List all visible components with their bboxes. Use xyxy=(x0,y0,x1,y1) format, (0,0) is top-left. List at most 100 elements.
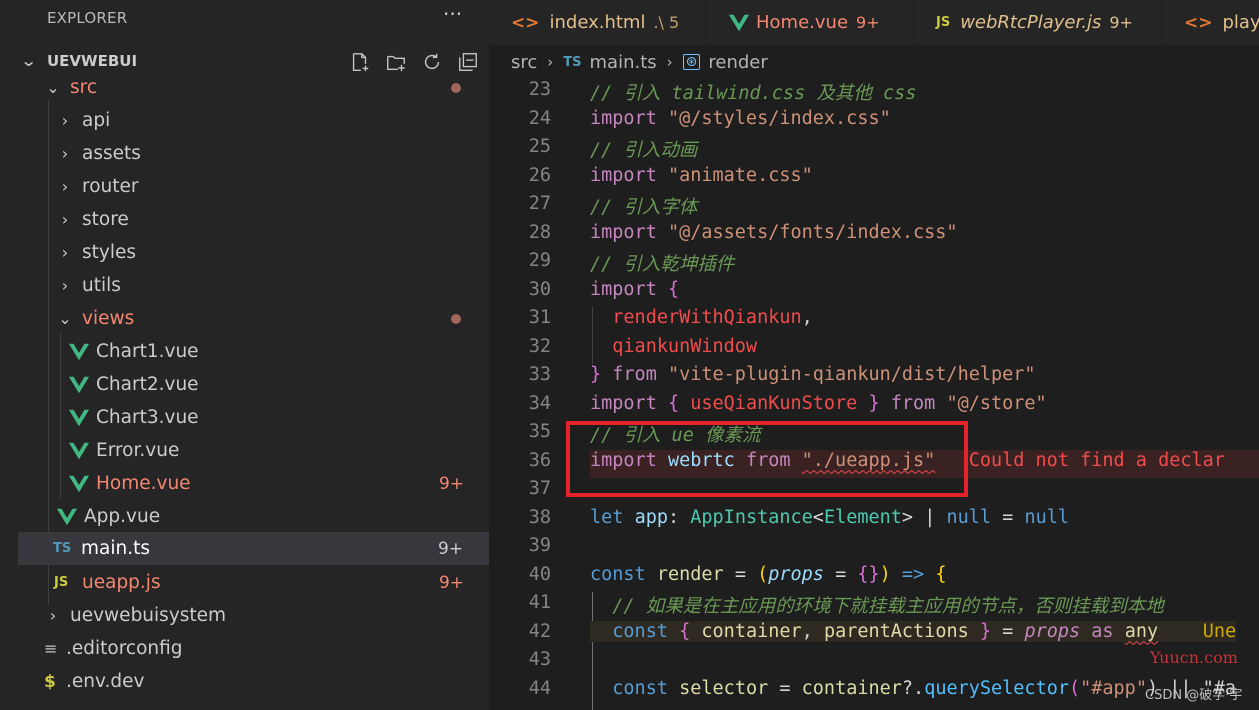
tree-file-env-dev[interactable]: $ .env.dev xyxy=(18,665,489,698)
code-line-41: 41 // 如果是在主应用的环境下就挂载主应用的节点，否则挂载到本地 xyxy=(489,592,1259,621)
type: AppInstance xyxy=(690,506,813,528)
line-number: 23 xyxy=(528,79,551,100)
keyword: null xyxy=(946,506,992,528)
tree-item-label: Chart3.vue xyxy=(96,407,199,428)
tree-file-app[interactable]: App.vue xyxy=(18,500,489,533)
breadcrumb-file[interactable]: main.ts xyxy=(590,52,657,73)
line-number: 37 xyxy=(528,478,551,499)
code-line-24: 24 import "@/styles/index.css" xyxy=(489,108,1259,137)
tree-folder-styles[interactable]: › styles xyxy=(18,236,489,269)
paren: ( xyxy=(757,563,769,585)
comment: // 引入 tailwind.css 及其他 css xyxy=(590,83,917,104)
tree-item-label: src xyxy=(70,77,98,98)
tab-label: webRtcPlayer.js xyxy=(960,12,1102,33)
vue-file-icon xyxy=(68,409,90,426)
line-number: 34 xyxy=(528,392,551,414)
operator: = xyxy=(779,677,791,699)
tree-file-home[interactable]: Home.vue 9+ xyxy=(18,467,489,500)
code-line-34: 34 import { useQianKunStore } from "@/sto… xyxy=(489,393,1259,422)
operator: = xyxy=(1002,506,1014,528)
javascript-file-icon: JS xyxy=(936,15,951,30)
tree-folder-assets[interactable]: › assets xyxy=(18,137,489,170)
code-line-32: 32 qiankunWindow xyxy=(489,336,1259,365)
tab-label: player xyxy=(1222,12,1259,33)
tree-file-chart2[interactable]: Chart2.vue xyxy=(18,368,489,401)
comma: , xyxy=(801,307,813,328)
code-editor[interactable]: 23 // 引入 tailwind.css 及其他 css 24 import "@… xyxy=(489,79,1259,710)
code-line-23: 23 // 引入 tailwind.css 及其他 css xyxy=(489,79,1259,108)
modified-dot xyxy=(451,82,461,93)
keyword: let xyxy=(590,506,624,528)
tree-file-main-ts[interactable]: TS main.ts 9+ xyxy=(18,532,489,565)
identifier: app xyxy=(634,506,668,528)
inline-error-message: Could not find a declar xyxy=(968,449,1225,471)
pipe: | xyxy=(924,506,936,528)
problem-count-badge: 9+ xyxy=(438,572,464,593)
tree-folder-src[interactable]: ⌄ src xyxy=(18,71,489,104)
code-line-43: 43 xyxy=(489,649,1259,678)
brace: { xyxy=(679,620,691,642)
arrow: => xyxy=(901,563,925,585)
chevron-right-icon: › xyxy=(61,144,69,163)
keyword: from xyxy=(890,392,936,414)
keyword: from xyxy=(612,364,657,385)
tab-suffix: .\ 5 xyxy=(653,13,680,32)
tree-item-label: Home.vue xyxy=(96,473,191,494)
line-number: 40 xyxy=(528,563,551,585)
tree-file-ueapp-js[interactable]: JS ueapp.js 9+ xyxy=(18,566,489,599)
vue-file-icon xyxy=(68,475,90,492)
tree-file-chart1[interactable]: Chart1.vue xyxy=(18,335,489,368)
code-line-38: 38 let app: AppInstance<Element> | null =… xyxy=(489,507,1259,536)
tree-folder-utils[interactable]: › utils xyxy=(18,269,489,302)
tree-folder-views[interactable]: ⌄ views xyxy=(18,302,489,335)
code-line-40: 40 const render = (props = {}) => { xyxy=(489,564,1259,593)
method-name: querySelector xyxy=(924,677,1069,699)
tab-player[interactable]: <> player xyxy=(1162,0,1259,45)
tab-webrtcplayer-js[interactable]: JS webRtcPlayer.js 9+ xyxy=(914,0,1162,45)
brace: {} xyxy=(857,563,880,585)
chevron-down-icon: ⌄ xyxy=(46,78,60,97)
chevron-right-icon: › xyxy=(61,210,69,229)
explorer-sidebar: EXPLORER ··· ⌄ UEVWEBUI ⌄ src › api › as… xyxy=(0,0,489,710)
tree-folder-router[interactable]: › router xyxy=(18,170,489,203)
tree-file-editorconfig[interactable]: ≡ .editorconfig xyxy=(18,632,489,665)
identifier: qiankunWindow xyxy=(612,335,758,357)
line-number: 35 xyxy=(528,421,551,442)
chevron-right-icon: › xyxy=(547,53,554,71)
tab-suffix: 9+ xyxy=(856,13,880,32)
chevron-down-icon: ⌄ xyxy=(58,309,72,328)
tab-index-html[interactable]: <> index.html .\ 5 xyxy=(489,0,706,45)
modified-dot xyxy=(451,313,461,324)
identifier: renderWithQiankun xyxy=(612,307,802,328)
ellipsis-icon[interactable]: ··· xyxy=(443,2,462,26)
line-number: 41 xyxy=(528,592,551,613)
tree-file-error[interactable]: Error.vue xyxy=(18,434,489,467)
breadcrumb-symbol[interactable]: render xyxy=(708,52,767,73)
keyword: import xyxy=(590,107,657,129)
tree-folder-uevwebuisystem[interactable]: › uevwebuisystem xyxy=(18,599,489,632)
colon: : xyxy=(667,506,680,528)
type-with-warning[interactable]: any xyxy=(1125,621,1158,642)
identifier: selector xyxy=(679,677,769,699)
breadcrumb-folder[interactable]: src xyxy=(511,52,537,73)
tab-home-vue[interactable]: Home.vue 9+ xyxy=(706,0,914,45)
chevron-right-icon: › xyxy=(49,606,57,625)
tree-item-label: api xyxy=(82,110,111,131)
parameter: props xyxy=(1024,620,1081,642)
string: "@/styles/index.css" xyxy=(667,107,891,129)
code-line-30: 30 import { xyxy=(489,279,1259,308)
tree-file-chart3[interactable]: Chart3.vue xyxy=(18,401,489,434)
tree-folder-store[interactable]: › store xyxy=(18,203,489,236)
line-number: 38 xyxy=(528,506,551,528)
keyword: import xyxy=(590,278,657,300)
brace: { xyxy=(667,278,680,300)
code-line-33: 33} from "vite-plugin-qiankun/dist/helpe… xyxy=(489,364,1259,393)
operator: = xyxy=(734,563,746,585)
operator: = xyxy=(835,563,847,585)
line-number: 31 xyxy=(528,307,551,328)
parameter: props xyxy=(768,563,824,585)
tree-folder-api[interactable]: › api xyxy=(18,104,489,137)
line-number: 25 xyxy=(528,136,551,157)
paren: ) xyxy=(879,563,891,585)
string: "vite-plugin-qiankun/dist/helper" xyxy=(667,364,1036,385)
